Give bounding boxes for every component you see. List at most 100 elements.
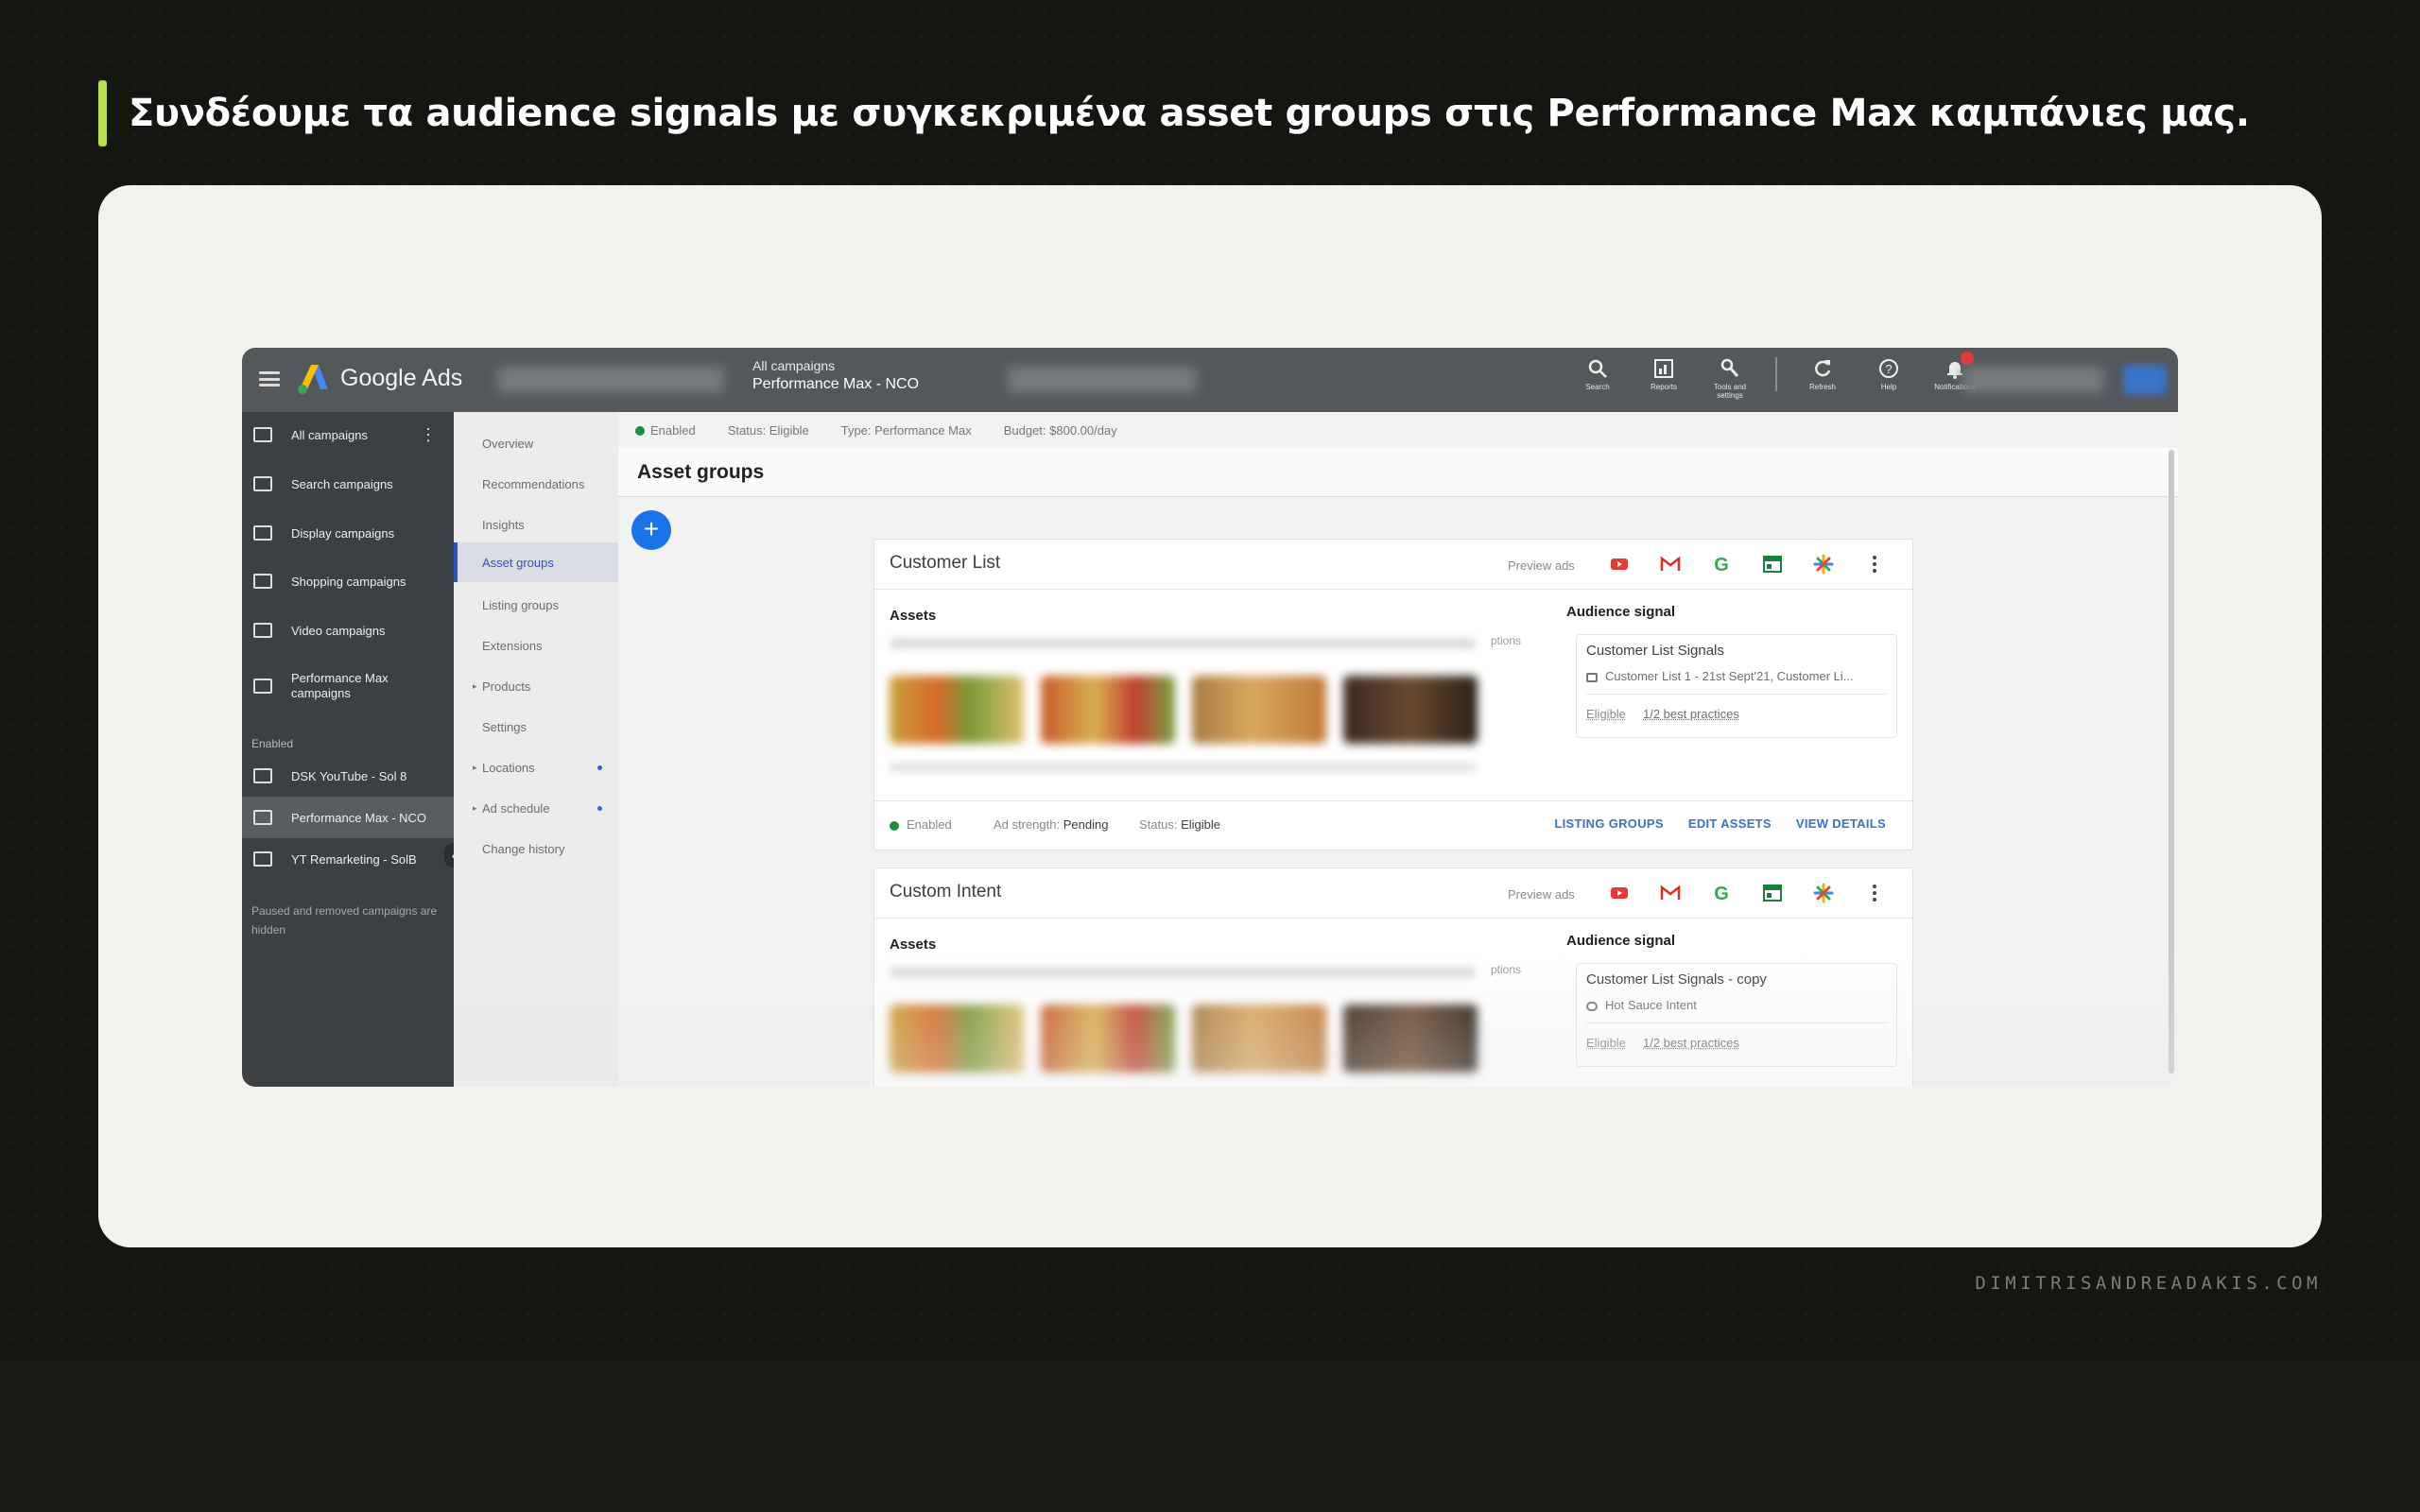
youtube-icon[interactable] xyxy=(1608,553,1631,576)
asset-image[interactable] xyxy=(1041,676,1175,744)
accent-bar xyxy=(98,80,107,146)
subnav-change-history[interactable]: Change history xyxy=(454,833,618,865)
subnav-listing-groups[interactable]: Listing groups xyxy=(454,589,618,621)
discover-icon[interactable] xyxy=(1812,882,1835,904)
assets-label: Assets xyxy=(890,936,937,953)
sidebar-item-search-campaigns[interactable]: Search campaigns xyxy=(242,463,454,505)
enabled-dot-icon xyxy=(890,820,899,831)
top-bar: Google Ads All campaigns Performance Max… xyxy=(242,348,2178,412)
google-search-icon[interactable]: G xyxy=(1710,882,1733,904)
sidebar-item-all-campaigns[interactable]: All campaigns ⋮ xyxy=(242,414,454,455)
audience-signal-box[interactable]: Customer List Signals Customer List 1 - … xyxy=(1576,634,1897,738)
video-icon xyxy=(253,768,272,783)
signal-best-practices[interactable]: 1/2 best practices xyxy=(1643,707,1739,721)
sidebar-campaign-yt-remarketing[interactable]: YT Remarketing - SolB xyxy=(242,838,454,880)
search-campaign-icon xyxy=(253,476,272,491)
sidebar-item-performance-max[interactable]: Performance Max campaigns xyxy=(242,662,454,711)
asset-thumbnails xyxy=(890,1005,1478,1073)
sidebar-item-display-campaigns[interactable]: Display campaigns xyxy=(242,512,454,554)
youtube-icon[interactable] xyxy=(1608,882,1631,904)
subnav-extensions[interactable]: Extensions xyxy=(454,629,618,662)
add-asset-group-button[interactable]: + xyxy=(631,510,671,550)
svg-text:?: ? xyxy=(1885,362,1892,376)
subnav-overview[interactable]: Overview xyxy=(454,427,618,459)
sidebar-campaign-performance-max-nco[interactable]: Performance Max - NCO xyxy=(242,797,454,838)
asset-group-name[interactable]: Customer List xyxy=(890,553,1000,574)
svg-text:G: G xyxy=(1714,884,1729,904)
asset-image[interactable] xyxy=(890,676,1024,744)
help-button[interactable]: ? Help xyxy=(1866,357,1911,391)
view-details-link[interactable]: VIEW DETAILS xyxy=(1796,816,1886,831)
breadcrumb[interactable]: All campaigns Performance Max - NCO xyxy=(752,358,919,393)
preview-ads-label: Preview ads xyxy=(1508,887,1575,902)
audience-segment-icon xyxy=(1586,1001,1598,1011)
google-search-icon[interactable]: G xyxy=(1710,553,1733,576)
sidebar-item-video-campaigns[interactable]: Video campaigns xyxy=(242,610,454,651)
asset-image[interactable] xyxy=(1343,1005,1478,1073)
refresh-button[interactable]: Refresh xyxy=(1800,357,1845,391)
search-blurred xyxy=(1008,367,1197,393)
help-icon: ? xyxy=(1879,359,1898,378)
subnav-ad-schedule[interactable]: ▸ Ad schedule xyxy=(454,792,618,824)
status-enabled[interactable]: Enabled xyxy=(635,423,696,438)
asset-image[interactable] xyxy=(1343,676,1478,744)
asset-image[interactable] xyxy=(1041,1005,1175,1073)
gmail-icon[interactable] xyxy=(1659,882,1682,904)
asset-thumbnails xyxy=(890,676,1478,744)
new-dot-icon xyxy=(597,805,602,811)
brand-name: Google Ads xyxy=(340,365,463,391)
subnav-products[interactable]: ▸ Products xyxy=(454,670,618,702)
discover-icon[interactable] xyxy=(1812,553,1835,576)
asset-image[interactable] xyxy=(890,1005,1024,1073)
display-network-icon[interactable] xyxy=(1761,882,1784,904)
caret-right-icon: ▸ xyxy=(473,680,477,691)
breadcrumb-parent[interactable]: All campaigns xyxy=(752,358,919,373)
top-toolbar: Search Reports Tools and settings Refres… xyxy=(1575,352,1978,400)
campaign-subnav: Overview Recommendations Insights Asset … xyxy=(454,412,618,1087)
menu-icon[interactable] xyxy=(259,369,280,389)
audience-signal-name: Customer List Signals - copy xyxy=(1586,971,1767,988)
refresh-icon xyxy=(1815,360,1831,377)
asset-group-status: Status: Eligible xyxy=(1139,817,1221,832)
asset-image[interactable] xyxy=(1192,676,1326,744)
reports-button[interactable]: Reports xyxy=(1641,357,1686,391)
gmail-icon[interactable] xyxy=(1659,553,1682,576)
campaign-budget[interactable]: Budget: $800.00/day xyxy=(1004,423,1117,438)
more-vert-icon[interactable] xyxy=(1863,553,1886,576)
video-icon xyxy=(253,623,272,638)
audience-signal-box[interactable]: Customer List Signals - copy Hot Sauce I… xyxy=(1576,963,1897,1067)
subnav-settings[interactable]: Settings xyxy=(454,711,618,743)
subnav-locations[interactable]: ▸ Locations xyxy=(454,751,618,783)
divider xyxy=(874,918,1912,919)
options-text: ptions xyxy=(1491,634,1522,647)
subnav-insights[interactable]: Insights xyxy=(454,508,618,541)
more-vert-icon[interactable] xyxy=(1863,882,1886,904)
subnav-asset-groups[interactable]: Asset groups xyxy=(454,542,618,582)
listing-groups-link[interactable]: LISTING GROUPS xyxy=(1554,816,1663,831)
search-button[interactable]: Search xyxy=(1575,357,1620,391)
preview-channels: G xyxy=(1608,882,1886,904)
assets-label: Assets xyxy=(890,608,937,624)
google-ads-logo-icon xyxy=(298,365,328,394)
edit-assets-link[interactable]: EDIT ASSETS xyxy=(1688,816,1772,831)
main-content: Enabled Status: Eligible Type: Performan… xyxy=(618,412,2178,1087)
breadcrumb-current: Performance Max - NCO xyxy=(752,376,920,392)
scrollbar[interactable] xyxy=(2169,450,2174,1074)
display-network-icon[interactable] xyxy=(1761,553,1784,576)
asset-group-card: Customer List Preview ads G Assets ption… xyxy=(873,539,1913,850)
sidebar-campaign-dsk-youtube[interactable]: DSK YouTube - Sol 8 xyxy=(242,755,454,797)
account-avatar[interactable] xyxy=(2123,365,2167,395)
asset-image[interactable] xyxy=(1192,1005,1326,1073)
tools-button[interactable]: Tools and settings xyxy=(1707,357,1753,400)
asset-group-name[interactable]: Custom Intent xyxy=(890,882,1001,902)
asset-group-enabled[interactable]: Enabled xyxy=(890,817,952,832)
sidebar-item-shopping-campaigns[interactable]: Shopping campaigns xyxy=(242,560,454,602)
subnav-recommendations[interactable]: Recommendations xyxy=(454,468,618,500)
more-vert-icon[interactable]: ⋮ xyxy=(420,425,437,445)
options-text: ptions xyxy=(1491,963,1522,976)
campaign-status-bar: Enabled Status: Eligible Type: Performan… xyxy=(618,412,2178,448)
audience-signal-name: Customer List Signals xyxy=(1586,643,1724,659)
signal-eligible: Eligible xyxy=(1586,707,1626,721)
signal-best-practices[interactable]: 1/2 best practices xyxy=(1643,1036,1739,1050)
shopping-icon xyxy=(253,574,272,589)
